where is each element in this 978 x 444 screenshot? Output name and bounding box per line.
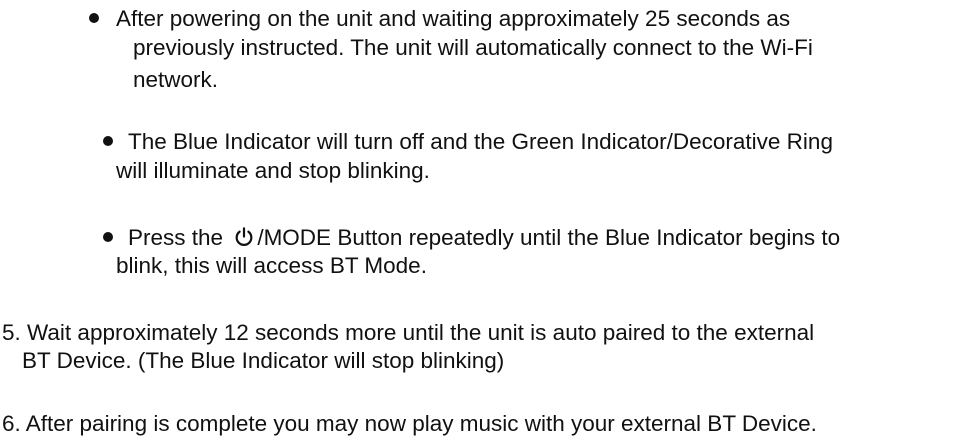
bullet-3-line-2: blink, this will access BT Mode. xyxy=(116,253,427,278)
bullet-3-line-1: Press the /MODE Button repeatedly until … xyxy=(128,224,840,251)
bullet-dot xyxy=(103,136,113,146)
step-6-line-1: 6. After pairing is complete you may now… xyxy=(2,411,817,436)
bullet-1-line-2: previously instructed. The unit will aut… xyxy=(133,35,813,60)
bullet-1-line-3: network. xyxy=(133,67,219,92)
step-5-line-2: BT Device. (The Blue Indicator will stop… xyxy=(22,348,505,373)
bullet-dot xyxy=(89,13,99,23)
bullet-dot xyxy=(103,232,113,242)
bullet-1-line-1: After powering on the unit and waiting a… xyxy=(116,6,791,31)
bullet-3-text-before-icon: Press the xyxy=(128,225,224,250)
step-5-line-1: 5. Wait approximately 12 seconds more un… xyxy=(2,320,815,345)
power-icon xyxy=(235,227,253,246)
bullet-2-line-1: The Blue Indicator will turn off and the… xyxy=(128,129,833,154)
bullet-3-text-after-icon: /MODE Button repeatedly until the Blue I… xyxy=(257,225,841,250)
instruction-page: { "bullets": [ { "lines": [ "After power… xyxy=(0,0,978,444)
bullet-2-line-2: will illuminate and stop blinking. xyxy=(116,158,430,183)
